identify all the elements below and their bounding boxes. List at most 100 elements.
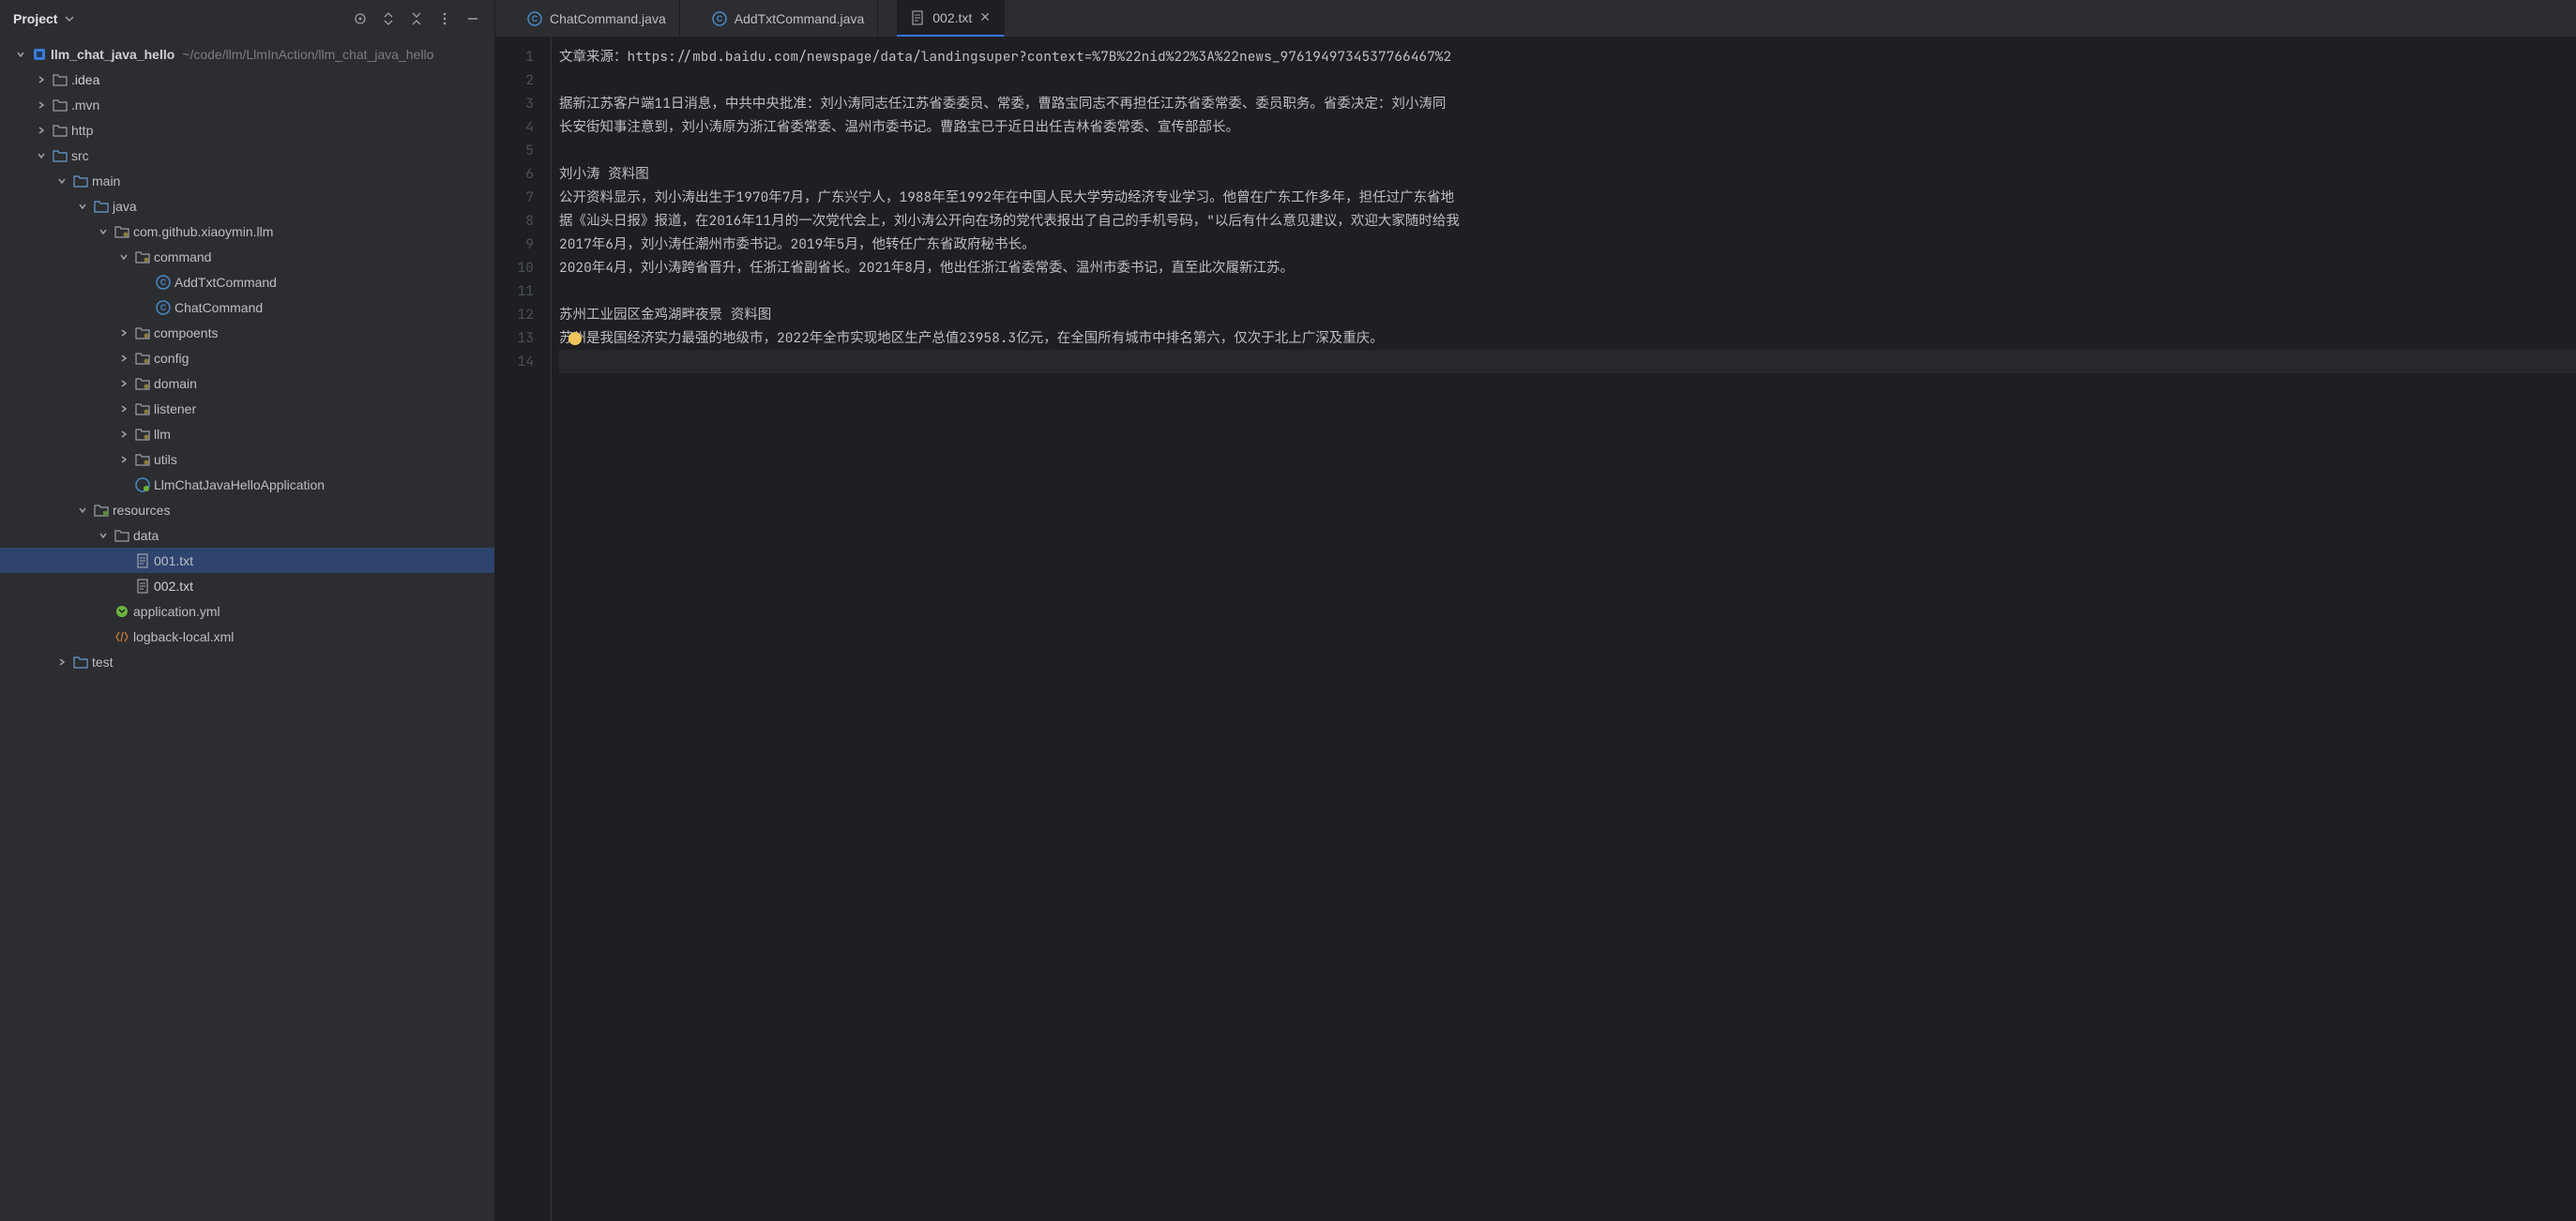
expand-icon[interactable] bbox=[116, 252, 131, 262]
tree-item-resources[interactable]: resources bbox=[0, 497, 494, 522]
code-area[interactable]: 文章来源：https://mbd.baidu.com/newspage/data… bbox=[552, 38, 2576, 1221]
package-icon bbox=[131, 352, 154, 365]
expand-icon[interactable] bbox=[34, 100, 49, 110]
tree-item--idea[interactable]: .idea bbox=[0, 67, 494, 92]
tree-label: LlmChatJavaHelloApplication bbox=[154, 477, 325, 492]
tree-item-config[interactable]: config bbox=[0, 345, 494, 370]
tree-item-utils[interactable]: utils bbox=[0, 446, 494, 472]
folder-res-icon bbox=[90, 504, 113, 517]
tree-item-command[interactable]: command bbox=[0, 244, 494, 269]
expand-icon[interactable] bbox=[54, 176, 69, 186]
tree-item-listener[interactable]: listener bbox=[0, 396, 494, 421]
code-line[interactable]: 据新江苏客户端11日消息，中共中央批准：刘小涛同志任江苏省委委员、常委，曹路宝同… bbox=[559, 92, 2576, 115]
line-number: 1 bbox=[495, 45, 534, 68]
tree-item-test[interactable]: test bbox=[0, 649, 494, 674]
tab-AddTxtCommand-java[interactable]: CAddTxtCommand.java bbox=[699, 0, 879, 37]
code-line[interactable]: 苏州工业园区金鸡湖畔夜景 资料图 bbox=[559, 303, 2576, 326]
tree-item-AddTxtCommand[interactable]: CAddTxtCommand bbox=[0, 269, 494, 294]
expand-icon[interactable] bbox=[54, 657, 69, 667]
tree-path: ~/code/llm/LlmInAction/llm_chat_java_hel… bbox=[182, 47, 433, 62]
tree-item-001-txt[interactable]: 001.txt bbox=[0, 548, 494, 573]
code-line[interactable]: 2017年6月，刘小涛任潮州市委书记。2019年5月，他转任广东省政府秘书长。 bbox=[559, 233, 2576, 256]
folder-icon bbox=[49, 124, 71, 137]
class-icon: C bbox=[152, 300, 174, 315]
code-line[interactable] bbox=[559, 279, 2576, 303]
expand-icon[interactable] bbox=[34, 151, 49, 160]
sidebar-title: Project bbox=[13, 11, 57, 26]
chevron-down-icon[interactable] bbox=[65, 14, 74, 23]
svg-text:C: C bbox=[532, 14, 538, 23]
expand-icon[interactable] bbox=[34, 126, 49, 135]
hide-icon[interactable] bbox=[464, 10, 481, 27]
spring-icon bbox=[131, 477, 154, 492]
code-line[interactable]: 苏州是我国经济实力最强的地级市，2022年全市实现地区生产总值23958.3亿元… bbox=[559, 326, 2576, 350]
code-line[interactable]: 据《汕头日报》报道，在2016年11月的一次党代会上，刘小涛公开向在场的党代表报… bbox=[559, 209, 2576, 233]
yaml-icon bbox=[111, 604, 133, 619]
tree-item-src[interactable]: src bbox=[0, 143, 494, 168]
code-line[interactable]: 公开资料显示，刘小涛出生于1970年7月，广东兴宁人，1988年至1992年在中… bbox=[559, 186, 2576, 209]
class-icon: C bbox=[527, 11, 542, 26]
tab-ChatCommand-java[interactable]: C ChatCommand.java bbox=[514, 0, 680, 37]
code-line[interactable]: 文章来源：https://mbd.baidu.com/newspage/data… bbox=[559, 45, 2576, 68]
expand-icon[interactable] bbox=[34, 75, 49, 84]
xml-icon bbox=[111, 630, 133, 643]
txt-icon bbox=[131, 579, 154, 594]
package-icon bbox=[131, 428, 154, 441]
code-line[interactable]: 2020年4月，刘小涛跨省晋升，任浙江省副省长。2021年8月，他出任浙江省委常… bbox=[559, 256, 2576, 279]
close-icon[interactable]: ✕ bbox=[979, 9, 991, 25]
package-icon bbox=[131, 377, 154, 390]
options-icon[interactable] bbox=[436, 10, 453, 27]
expand-icon[interactable] bbox=[116, 455, 131, 464]
tree-item-application-yml[interactable]: application.yml bbox=[0, 598, 494, 624]
expand-icon[interactable] bbox=[13, 50, 28, 59]
tree-item-logback-local-xml[interactable]: logback-local.xml bbox=[0, 624, 494, 649]
tab-label: ChatCommand.java bbox=[550, 11, 666, 26]
tree-item-llm-chat-java-hello[interactable]: llm_chat_java_hello~/code/llm/LlmInActio… bbox=[0, 41, 494, 67]
select-opened-file-icon[interactable] bbox=[352, 10, 369, 27]
tree-label: com.github.xiaoymin.llm bbox=[133, 224, 273, 239]
expand-icon[interactable] bbox=[116, 328, 131, 338]
tree-item-ChatCommand[interactable]: CChatCommand bbox=[0, 294, 494, 320]
expand-all-icon[interactable] bbox=[380, 10, 397, 27]
expand-icon[interactable] bbox=[75, 505, 90, 515]
code-text: 苏州是我国经济实力最强的地级市，2022年全市实现地区生产总值23958.3亿元… bbox=[559, 326, 1384, 350]
folder-src-icon bbox=[90, 200, 113, 213]
tab-label: 002.txt bbox=[932, 10, 972, 25]
expand-icon[interactable] bbox=[75, 202, 90, 211]
tree-item-com-github-xiaoymin-llm[interactable]: com.github.xiaoymin.llm bbox=[0, 219, 494, 244]
expand-icon[interactable] bbox=[116, 379, 131, 388]
code-text: 2017年6月，刘小涛任潮州市委书记。2019年5月，他转任广东省政府秘书长。 bbox=[559, 233, 1036, 256]
code-line[interactable]: 长安街知事注意到，刘小涛原为浙江省委常委、温州市委书记。曹路宝已于近日出任吉林省… bbox=[559, 115, 2576, 139]
tree-label: resources bbox=[113, 503, 170, 518]
code-line[interactable] bbox=[559, 350, 2576, 373]
expand-icon[interactable] bbox=[96, 227, 111, 236]
tree-item-domain[interactable]: domain bbox=[0, 370, 494, 396]
expand-icon[interactable] bbox=[96, 531, 111, 540]
class-icon: C bbox=[712, 11, 727, 26]
tree-item-002-txt[interactable]: 002.txt bbox=[0, 573, 494, 598]
line-number: 9 bbox=[495, 233, 534, 256]
expand-icon[interactable] bbox=[116, 404, 131, 414]
expand-icon[interactable] bbox=[116, 354, 131, 363]
project-tree[interactable]: llm_chat_java_hello~/code/llm/LlmInActio… bbox=[0, 38, 494, 1221]
svg-text:C: C bbox=[160, 278, 167, 287]
editor-area: C ChatCommand.java CAddTxtCommand.java 002.… bbox=[495, 0, 2576, 1221]
expand-icon[interactable] bbox=[116, 430, 131, 439]
tree-label: 001.txt bbox=[154, 553, 193, 568]
code-line[interactable] bbox=[559, 68, 2576, 92]
editor[interactable]: 1234567891011121314 文章来源：https://mbd.bai… bbox=[495, 38, 2576, 1221]
tree-item-LlmChatJavaHelloApplication[interactable]: LlmChatJavaHelloApplication bbox=[0, 472, 494, 497]
collapse-all-icon[interactable] bbox=[408, 10, 425, 27]
tab-002-txt[interactable]: 002.txt ✕ bbox=[897, 0, 1005, 37]
tree-item--mvn[interactable]: .mvn bbox=[0, 92, 494, 117]
tree-item-java[interactable]: java bbox=[0, 193, 494, 219]
tree-item-compoents[interactable]: compoents bbox=[0, 320, 494, 345]
tree-label: main bbox=[92, 173, 120, 188]
tree-item-http[interactable]: http bbox=[0, 117, 494, 143]
tree-item-llm[interactable]: llm bbox=[0, 421, 494, 446]
code-line[interactable] bbox=[559, 139, 2576, 162]
code-line[interactable]: 刘小涛 资料图 bbox=[559, 162, 2576, 186]
tree-item-data[interactable]: data bbox=[0, 522, 494, 548]
tree-item-main[interactable]: main bbox=[0, 168, 494, 193]
intention-bulb-icon[interactable] bbox=[568, 332, 582, 345]
